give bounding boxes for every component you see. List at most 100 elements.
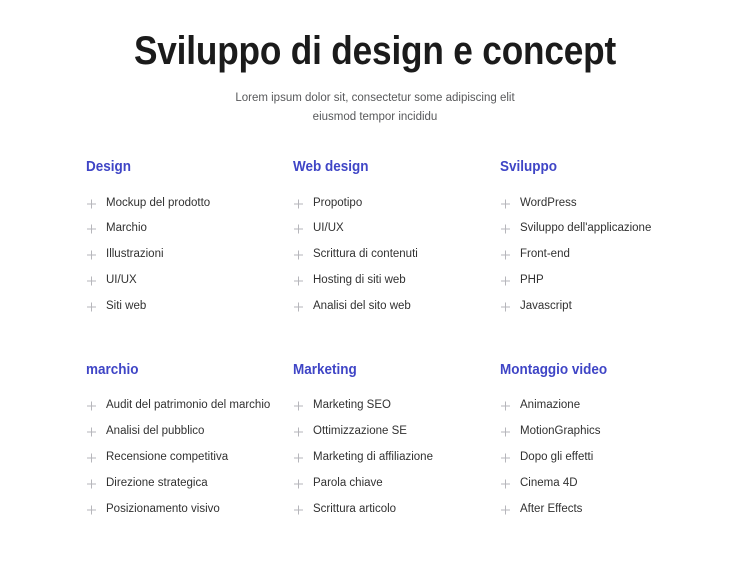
- plus-icon: [293, 423, 304, 441]
- service-list: WordPress Sviluppo dell'applicazione Front…: [500, 195, 726, 316]
- plus-icon: [500, 298, 511, 316]
- list-item-label: Scrittura di contenuti: [313, 248, 418, 261]
- list-item[interactable]: Sviluppo dell'applicazione: [500, 220, 726, 237]
- category-title: Sviluppo: [500, 159, 557, 175]
- list-item-label: Marketing SEO: [313, 399, 391, 412]
- list-item[interactable]: Scrittura articolo: [293, 501, 500, 518]
- list-item[interactable]: UI/UX: [86, 272, 293, 289]
- list-item[interactable]: WordPress: [500, 195, 726, 212]
- list-item-label: Analisi del pubblico: [106, 425, 205, 438]
- list-item[interactable]: Posizionamento visivo: [86, 501, 293, 518]
- list-item-label: Propotipo: [313, 196, 363, 209]
- plus-icon: [500, 272, 511, 290]
- list-item[interactable]: Dopo gli effetti: [500, 449, 726, 466]
- page-header: Sviluppo di design e concept Lorem ipsum…: [0, 0, 750, 126]
- list-item[interactable]: Parola chiave: [293, 475, 500, 492]
- category-title: marchio: [86, 361, 139, 378]
- list-item[interactable]: Scrittura di contenuti: [293, 246, 500, 263]
- service-list: Propotipo UI/UX Scrittura di contenuti Host…: [293, 195, 500, 316]
- list-item[interactable]: PHP: [500, 272, 726, 289]
- plus-icon: [293, 449, 304, 467]
- list-item[interactable]: Marketing di affiliazione: [293, 449, 500, 466]
- category-column: Sviluppo WordPress Sviluppo dell'applicazi…: [500, 160, 726, 316]
- list-item[interactable]: Recensione competitiva: [86, 449, 293, 466]
- plus-icon: [86, 246, 97, 264]
- services-page: Sviluppo di design e concept Lorem ipsum…: [0, 0, 750, 583]
- plus-icon: [293, 195, 304, 213]
- plus-icon: [293, 501, 304, 519]
- list-item[interactable]: Audit del patrimonio del marchio: [86, 397, 293, 414]
- list-item[interactable]: Marchio: [86, 220, 293, 237]
- list-item-label: Siti web: [106, 300, 147, 313]
- list-item-label: Illustrazioni: [106, 248, 164, 261]
- list-item[interactable]: Direzione strategica: [86, 475, 293, 492]
- list-item[interactable]: Analisi del sito web: [293, 298, 500, 315]
- list-item[interactable]: Ottimizzazione SE: [293, 423, 500, 440]
- list-item[interactable]: Illustrazioni: [86, 246, 293, 263]
- plus-icon: [86, 423, 97, 441]
- list-item-label: Front-end: [520, 248, 570, 261]
- list-item-label: Marketing di affiliazione: [313, 451, 433, 464]
- category-title: Design: [86, 159, 131, 175]
- category-column: Montaggio video Animazione MotionGraphics D…: [500, 363, 726, 519]
- plus-icon: [293, 272, 304, 290]
- category-column: marchio Audit del patrimonio del marchio A…: [86, 363, 293, 519]
- page-subtitle-line-1: Lorem ipsum dolor sit, consectetur some …: [235, 92, 515, 105]
- list-item[interactable]: UI/UX: [293, 220, 500, 237]
- page-subtitle: Lorem ipsum dolor sit, consectetur some …: [210, 89, 540, 126]
- list-item-label: Audit del patrimonio del marchio: [106, 399, 271, 412]
- plus-icon: [293, 220, 304, 238]
- list-item-label: Sviluppo dell'applicazione: [520, 222, 652, 235]
- plus-icon: [500, 423, 511, 441]
- list-item[interactable]: MotionGraphics: [500, 423, 726, 440]
- plus-icon: [500, 397, 511, 415]
- page-subtitle-line-2: eiusmod tempor incididu: [312, 110, 438, 123]
- list-item[interactable]: Marketing SEO: [293, 397, 500, 414]
- list-item[interactable]: Animazione: [500, 397, 726, 414]
- list-item-label: Ottimizzazione SE: [313, 425, 407, 438]
- list-item-label: Posizionamento visivo: [106, 503, 220, 516]
- service-list: Mockup del prodotto Marchio Illustrazioni U…: [86, 195, 293, 316]
- category-title: Montaggio video: [500, 361, 608, 378]
- plus-icon: [293, 475, 304, 493]
- plus-icon: [293, 298, 304, 316]
- category-grid: Design Mockup del prodotto Marchio Illustra…: [86, 160, 726, 519]
- category-title: Marketing: [293, 361, 357, 378]
- plus-icon: [86, 298, 97, 316]
- plus-icon: [500, 475, 511, 493]
- list-item-label: UI/UX: [313, 222, 344, 235]
- plus-icon: [86, 449, 97, 467]
- plus-icon: [500, 220, 511, 238]
- service-list: Audit del patrimonio del marchio Analisi …: [86, 397, 293, 518]
- list-item-label: After Effects: [520, 503, 583, 516]
- list-item-label: Direzione strategica: [106, 477, 208, 490]
- category-column: Marketing Marketing SEO Ottimizzazione SE M…: [293, 363, 500, 519]
- list-item[interactable]: After Effects: [500, 501, 726, 518]
- list-item[interactable]: Javascript: [500, 298, 726, 315]
- page-title: Sviluppo di design e concept: [133, 29, 617, 73]
- list-item-label: Recensione competitiva: [106, 451, 229, 464]
- list-item-label: Hosting di siti web: [313, 274, 406, 287]
- plus-icon: [86, 220, 97, 238]
- list-item-label: Dopo gli effetti: [520, 451, 594, 464]
- list-item[interactable]: Front-end: [500, 246, 726, 263]
- list-item[interactable]: Cinema 4D: [500, 475, 726, 492]
- list-item[interactable]: Siti web: [86, 298, 293, 315]
- plus-icon: [86, 195, 97, 213]
- plus-icon: [500, 449, 511, 467]
- plus-icon: [500, 195, 511, 213]
- plus-icon: [500, 246, 511, 264]
- service-list: Marketing SEO Ottimizzazione SE Marketing …: [293, 397, 500, 518]
- category-title: Web design: [293, 159, 369, 175]
- list-item[interactable]: Mockup del prodotto: [86, 195, 293, 212]
- list-item[interactable]: Hosting di siti web: [293, 272, 500, 289]
- list-item-label: MotionGraphics: [520, 425, 601, 438]
- plus-icon: [293, 246, 304, 264]
- category-column: Design Mockup del prodotto Marchio Illustra…: [86, 160, 293, 316]
- list-item[interactable]: Analisi del pubblico: [86, 423, 293, 440]
- plus-icon: [500, 501, 511, 519]
- plus-icon: [86, 272, 97, 290]
- plus-icon: [293, 397, 304, 415]
- category-column: Web design Propotipo UI/UX Scrittura di con…: [293, 160, 500, 316]
- list-item[interactable]: Propotipo: [293, 195, 500, 212]
